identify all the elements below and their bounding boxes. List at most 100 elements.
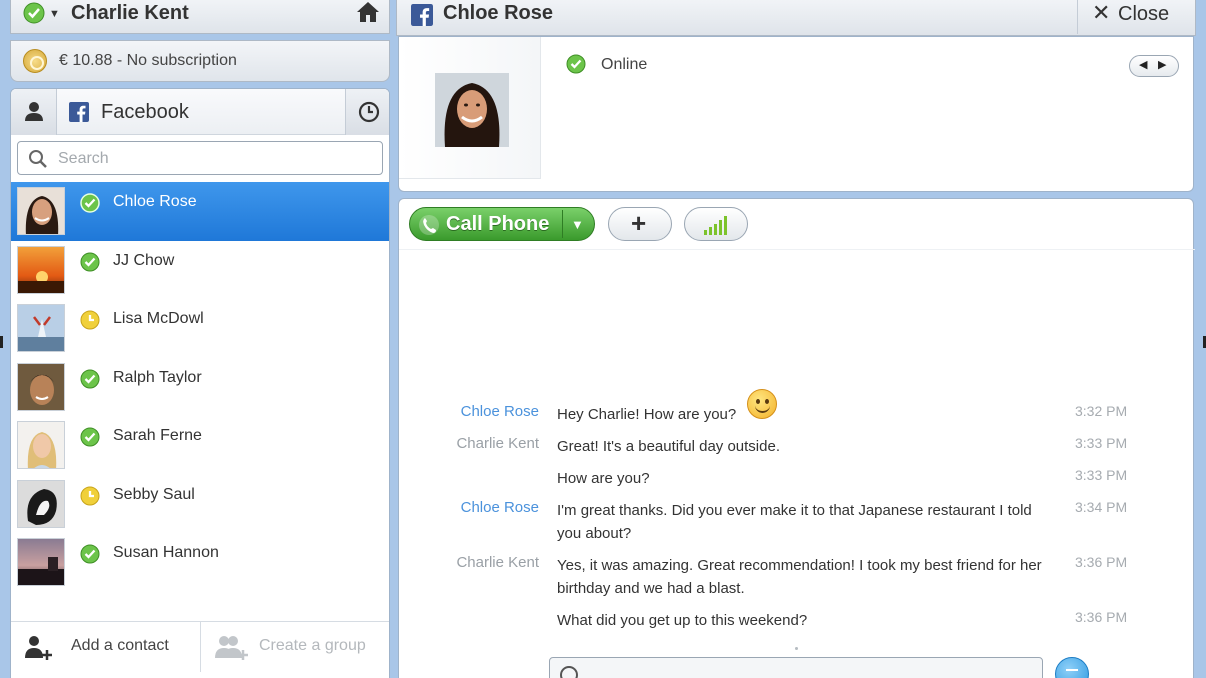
message-time: 3:36 PM	[1075, 609, 1128, 625]
contacts-footer: Add a contact Create a group	[11, 621, 389, 672]
facebook-icon	[69, 102, 89, 127]
search-box	[17, 141, 383, 175]
add-group-icon	[212, 634, 248, 665]
facebook-icon	[411, 4, 433, 31]
online-status-icon	[79, 426, 101, 453]
contact-item-sarah-ferne[interactable]: Sarah Ferne	[11, 416, 389, 475]
button-divider	[562, 210, 563, 238]
close-label: Close	[1118, 3, 1170, 25]
status-caret-icon[interactable]: ▼	[49, 8, 60, 20]
message-text: Hey Charlie! How are you?	[557, 406, 737, 423]
add-contact-button[interactable]: Add a contact	[11, 622, 201, 672]
profile-status-text: Online	[601, 56, 648, 73]
conversation-title: Chloe Rose	[443, 2, 554, 24]
avatar	[17, 538, 65, 586]
message-time: 3:32 PM	[1075, 403, 1128, 419]
contact-item-sebby-saul[interactable]: Sebby Saul	[11, 475, 389, 534]
message-sender: Chloe Rose	[460, 403, 539, 420]
away-status-icon	[79, 309, 101, 336]
phone-icon	[418, 214, 440, 241]
message-time: 3:36 PM	[1075, 554, 1128, 570]
message-time: 3:33 PM	[1075, 467, 1128, 483]
add-participant-button[interactable]: +	[608, 207, 672, 241]
tab-facebook-label: Facebook	[101, 101, 189, 123]
close-icon: ✕	[1092, 0, 1111, 25]
home-icon[interactable]	[355, 0, 381, 29]
message-time: 3:34 PM	[1075, 499, 1128, 515]
profile-pager: ◀ ▶	[1129, 55, 1179, 77]
online-status-icon	[79, 368, 101, 395]
person-icon	[25, 102, 43, 121]
smiley-icon	[747, 389, 777, 419]
conversation-panel: Chloe Rose ✕ Close Online ◀ ▶ Call Phone	[396, 0, 1196, 678]
message-text: Great! It's a beautiful day outside.	[557, 438, 780, 455]
close-button[interactable]: ✕ Close	[1077, 0, 1185, 34]
plus-icon: +	[631, 208, 647, 238]
contact-list: Chloe Rose JJ Chow Lisa McDowl Ralph Tay…	[11, 182, 389, 592]
create-group-label: Create a group	[259, 637, 366, 654]
contact-name: Lisa McDowl	[113, 310, 204, 327]
toolbar-divider	[399, 249, 1195, 250]
emoticon-icon[interactable]	[560, 666, 578, 678]
call-dropdown-icon[interactable]: ▼	[571, 217, 584, 232]
clock-icon	[358, 101, 380, 123]
add-contact-label: Add a contact	[71, 637, 169, 654]
contact-name: Sarah Ferne	[113, 427, 202, 444]
away-status-icon	[79, 485, 101, 512]
coin-icon	[23, 49, 47, 73]
account-name[interactable]: Charlie Kent	[71, 2, 189, 25]
contact-name: JJ Chow	[113, 251, 175, 269]
contact-name: Sebby Saul	[113, 485, 195, 503]
contact-item-susan-hannon[interactable]: Susan Hannon	[11, 533, 389, 592]
message-text: Yes, it was amazing. Great recommendatio…	[557, 557, 1042, 597]
message-text: I'm great thanks. Did you ever make it t…	[557, 502, 1032, 542]
avatar	[17, 304, 65, 352]
prev-arrow-icon[interactable]: ◀	[1139, 58, 1147, 71]
contact-name: Susan Hannon	[113, 544, 219, 561]
credit-bar[interactable]: € 10.88 - No subscription	[10, 40, 390, 82]
message-text: How are you?	[557, 470, 650, 487]
profile-picture[interactable]	[435, 73, 509, 147]
signal-icon	[704, 216, 727, 235]
online-status-icon	[79, 543, 101, 570]
message-text: What did you get up to this weekend?	[557, 612, 808, 629]
avatar	[17, 479, 65, 528]
avatar	[17, 187, 65, 235]
message-sender: Charlie Kent	[456, 435, 539, 452]
status-menu-icon[interactable]	[23, 2, 45, 29]
search-icon	[28, 149, 48, 174]
message-input[interactable]	[549, 657, 1043, 678]
call-quality-button[interactable]	[684, 207, 748, 241]
left-panel: ▼ Charlie Kent € 10.88 - No subscription…	[0, 0, 394, 678]
contacts-tab-button[interactable]	[11, 89, 57, 135]
avatar	[17, 421, 65, 469]
profile-card: Online ◀ ▶	[398, 36, 1194, 192]
next-arrow-icon[interactable]: ▶	[1158, 58, 1166, 71]
contact-name: Ralph Taylor	[113, 368, 202, 386]
contact-item-chloe-rose[interactable]: Chloe Rose	[11, 182, 389, 241]
account-bar: ▼ Charlie Kent	[10, 0, 390, 34]
contact-item-jj-chow[interactable]: JJ Chow	[11, 241, 389, 300]
contact-item-lisa-mcdowl[interactable]: Lisa McDowl	[11, 299, 389, 358]
message-sender: Chloe Rose	[460, 499, 539, 516]
call-phone-button[interactable]: Call Phone ▼	[409, 207, 595, 241]
contacts-panel: Facebook Chloe Rose	[10, 88, 390, 678]
contact-name: Chloe Rose	[113, 193, 197, 210]
call-phone-label: Call Phone	[446, 213, 550, 235]
resize-grip[interactable]	[795, 647, 798, 650]
history-button[interactable]	[345, 89, 389, 135]
message-sender: Charlie Kent	[456, 554, 539, 571]
avatar	[17, 245, 65, 294]
message-time: 3:33 PM	[1075, 435, 1128, 451]
search-input[interactable]	[58, 148, 358, 170]
contact-item-ralph-taylor[interactable]: Ralph Taylor	[11, 358, 389, 417]
create-group-button[interactable]: Create a group	[202, 622, 389, 672]
window-edge-left	[0, 336, 3, 348]
contacts-tabs: Facebook	[11, 89, 389, 135]
send-button[interactable]	[1055, 657, 1089, 678]
chat-panel: Call Phone ▼ + Chloe Rose Hey Charlie! H…	[398, 198, 1195, 678]
online-status-icon	[79, 251, 101, 278]
credit-text: € 10.88 - No subscription	[59, 52, 237, 69]
conversation-header: Chloe Rose ✕ Close	[396, 0, 1196, 36]
profile-picture-frame	[399, 37, 541, 179]
